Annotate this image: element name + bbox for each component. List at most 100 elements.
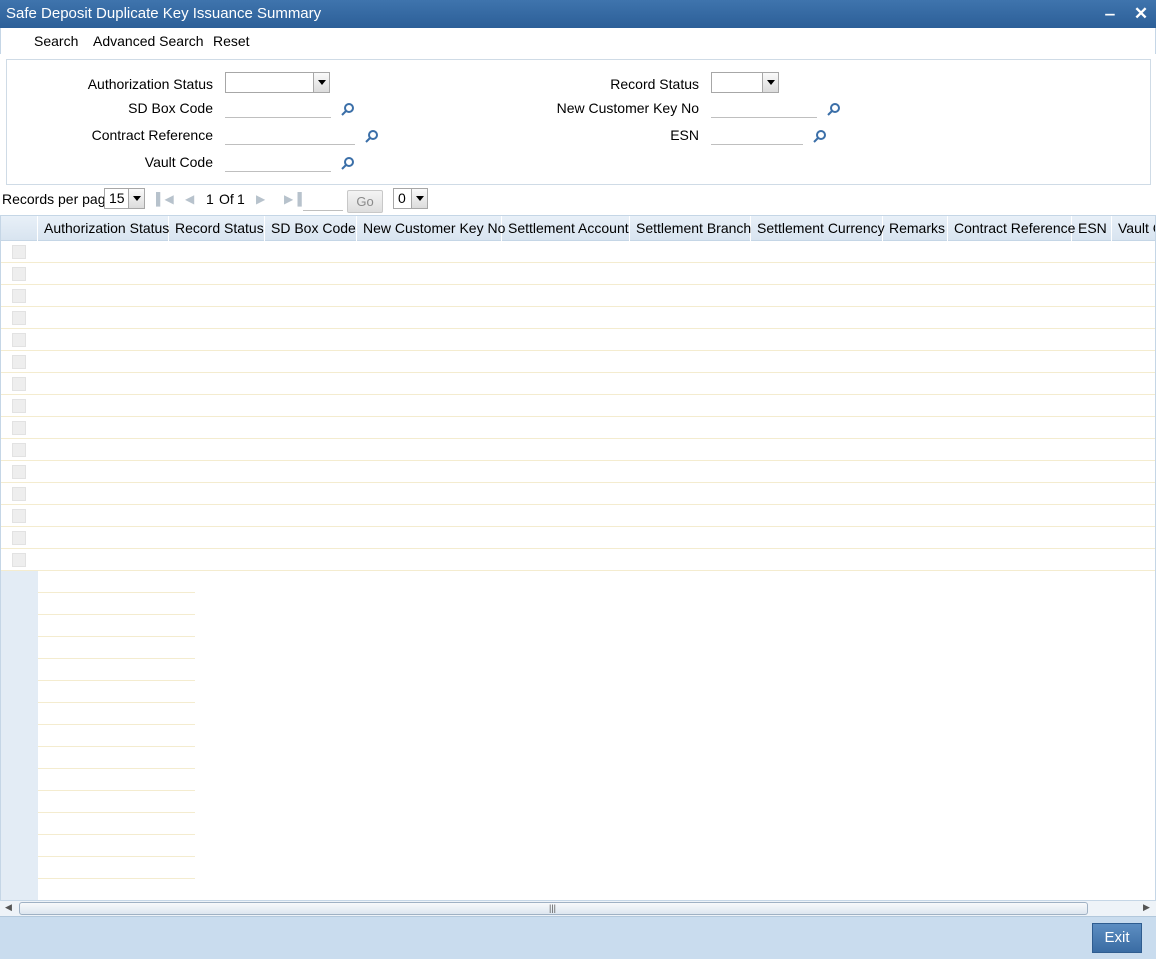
advanced-search-button[interactable]: Advanced Search [93,33,204,49]
row-checkbox[interactable] [12,267,26,281]
horizontal-scrollbar[interactable]: ◀ ||| ▶ [0,900,1156,916]
sd-box-code-input[interactable] [225,98,331,118]
table-row[interactable] [1,351,1155,373]
empty-row [38,769,195,791]
column-header[interactable]: New Customer Key No [357,216,505,241]
record-status-select[interactable] [711,72,779,93]
row-checkbox[interactable] [12,443,26,457]
table-row[interactable] [1,505,1155,527]
chevron-down-icon[interactable] [411,189,427,208]
column-header[interactable]: Contract Reference [948,216,1075,241]
row-checkbox[interactable] [12,377,26,391]
table-row[interactable] [1,461,1155,483]
column-header[interactable]: Settlement Currency [751,216,885,241]
column-header[interactable]: Vault C [1112,216,1155,241]
current-page: 1 [206,191,214,207]
next-page-icon[interactable]: ▶ [256,192,265,206]
scroll-left-icon[interactable]: ◀ [5,902,12,913]
window-titlebar: Safe Deposit Duplicate Key Issuance Summ… [0,0,1156,28]
results-grid: Authorization Status Record Status SD Bo… [0,215,1156,901]
table-row[interactable] [1,285,1155,307]
records-per-page-select[interactable]: 15 [104,188,145,209]
row-checkbox[interactable] [12,311,26,325]
row-checkbox[interactable] [12,333,26,347]
grip-icon: ||| [549,903,557,913]
page-option-select[interactable]: 0 [393,188,428,209]
column-header[interactable]: Settlement Branch [630,216,751,241]
search-lens-icon[interactable] [341,102,355,116]
search-lens-icon[interactable] [813,129,827,143]
table-row[interactable] [1,241,1155,263]
table-row[interactable] [1,395,1155,417]
empty-row [38,835,195,857]
column-header[interactable]: ESN [1072,216,1112,241]
empty-row [38,615,195,637]
last-page-icon[interactable]: ▶▐ [284,192,302,206]
row-checkbox[interactable] [12,553,26,567]
column-header[interactable]: Record Status [169,216,265,241]
search-lens-icon[interactable] [365,129,379,143]
first-page-icon[interactable]: ▌◀ [156,192,174,206]
prev-page-icon[interactable]: ◀ [185,192,194,206]
exit-button[interactable]: Exit [1092,923,1142,953]
window-title: Safe Deposit Duplicate Key Issuance Summ… [6,5,322,22]
column-header[interactable]: Settlement Account [502,216,630,241]
column-header[interactable]: Authorization Status [38,216,169,241]
empty-row [38,725,195,747]
table-row[interactable] [1,527,1155,549]
sd-box-code-label: SD Box Code [128,100,213,116]
close-icon[interactable]: ✕ [1130,3,1152,25]
row-checkbox[interactable] [12,245,26,259]
chevron-down-icon[interactable] [313,73,329,92]
row-checkbox[interactable] [12,531,26,545]
pagination-bar: Records per page 15 ▌◀ ◀ 1 Of 1 ▶ ▶▐ 0 [0,186,1156,214]
minimize-icon[interactable]: ‒ [1099,3,1121,25]
row-checkbox[interactable] [12,465,26,479]
row-checkbox[interactable] [12,289,26,303]
column-header[interactable]: SD Box Code [265,216,357,241]
column-header[interactable]: Remarks [883,216,948,241]
table-row[interactable] [1,549,1155,571]
empty-row [38,791,195,813]
empty-row [38,703,195,725]
empty-row [38,571,195,593]
contract-reference-input[interactable] [225,125,355,145]
table-row[interactable] [1,263,1155,285]
empty-row [38,637,195,659]
table-row[interactable] [1,439,1155,461]
table-row[interactable] [1,483,1155,505]
table-row[interactable] [1,329,1155,351]
search-lens-icon[interactable] [827,102,841,116]
select-all-column[interactable] [1,216,38,241]
chevron-down-icon[interactable] [128,189,144,208]
table-row[interactable] [1,307,1155,329]
search-lens-icon[interactable] [341,156,355,170]
scroll-right-icon[interactable]: ▶ [1143,902,1150,913]
reset-button[interactable]: Reset [213,33,250,49]
new-customer-key-no-label: New Customer Key No [556,100,699,116]
table-row[interactable] [1,373,1155,395]
scrollbar-thumb[interactable]: ||| [19,902,1088,915]
records-per-page-value: 15 [109,190,125,206]
row-checkbox[interactable] [12,421,26,435]
goto-page-input[interactable] [303,190,343,211]
grid-header: Authorization Status Record Status SD Bo… [1,215,1155,241]
empty-row [38,593,195,615]
empty-row [38,659,195,681]
empty-row [38,879,195,901]
esn-input[interactable] [711,125,803,145]
authorization-status-label: Authorization Status [87,76,213,92]
empty-row [38,857,195,879]
table-row[interactable] [1,417,1155,439]
row-checkbox[interactable] [12,399,26,413]
row-checkbox[interactable] [12,355,26,369]
go-button[interactable]: Go [347,190,383,213]
authorization-status-select[interactable] [225,72,330,93]
row-checkbox[interactable] [12,487,26,501]
search-button[interactable]: Search [34,33,78,49]
empty-row [38,681,195,703]
row-checkbox[interactable] [12,509,26,523]
new-customer-key-no-input[interactable] [711,98,817,118]
chevron-down-icon[interactable] [762,73,778,92]
vault-code-input[interactable] [225,152,331,172]
